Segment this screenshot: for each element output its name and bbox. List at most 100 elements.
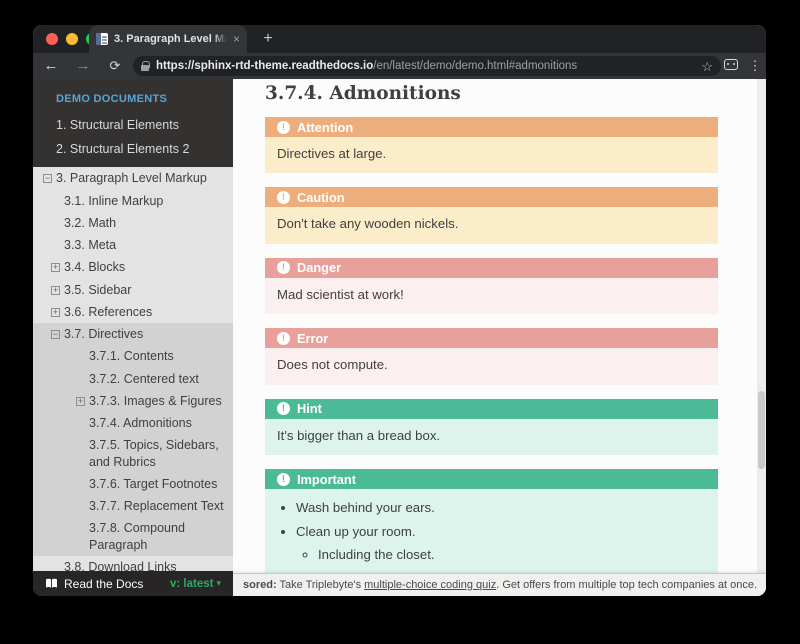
browser-menu-icon[interactable]: ⋮: [746, 54, 764, 78]
sidebar-item-structural-elements[interactable]: 1. Structural Elements: [33, 114, 233, 138]
sidebar-item-centered-text[interactable]: 3.7.2. Centered text: [33, 368, 233, 390]
sidebar-item-inline-markup[interactable]: 3.1. Inline Markup: [33, 190, 233, 212]
list-item-text: Clean up your room.: [296, 524, 415, 539]
admonition-title: ! Error: [265, 328, 718, 348]
sidebar-item-images-figures[interactable]: +3.7.3. Images & Figures: [33, 390, 233, 412]
admonition-body: Directives at large.: [265, 137, 718, 173]
page-scrollbar[interactable]: [757, 79, 766, 596]
expand-toggle-icon[interactable]: +: [51, 308, 60, 317]
site-favicon-icon: [96, 33, 108, 45]
bookmark-star-icon[interactable]: ☆: [701, 60, 713, 73]
admonition-hint: ! Hint It's bigger than a bread box.: [265, 399, 718, 455]
expand-toggle-icon[interactable]: +: [51, 263, 60, 272]
tab-close-icon[interactable]: ×: [233, 33, 240, 45]
sidebar-item-sidebar[interactable]: +3.5. Sidebar: [33, 279, 233, 301]
expand-toggle-icon[interactable]: +: [51, 286, 60, 295]
browser-toolbar: ← → ⟳ https://sphinx-rtd-theme.readthedo…: [33, 53, 766, 79]
sidebar-item-replacement-text[interactable]: 3.7.7. Replacement Text: [33, 495, 233, 517]
exclamation-circle-icon: !: [277, 332, 290, 345]
tab-title: 3. Paragraph Level Markup — R: [114, 33, 227, 45]
automation-extension-icon[interactable]: [724, 59, 738, 70]
sidebar-item-topics-sidebars-rubrics[interactable]: 3.7.5. Topics, Sidebars, and Rubrics: [33, 434, 233, 473]
toc-item-label: 3. Paragraph Level Markup: [56, 171, 207, 185]
scrollbar-thumb[interactable]: [758, 391, 765, 469]
ad-text: Take Triplebyte's: [277, 579, 365, 591]
caret-down-icon: ▾: [216, 578, 221, 589]
sidebar-item-meta[interactable]: 3.3. Meta: [33, 234, 233, 256]
readthedocs-footer[interactable]: Read the Docs v: latest ▾: [33, 571, 233, 596]
admonition-title-text: Error: [297, 331, 328, 346]
minimize-window-button[interactable]: [66, 33, 78, 45]
collapse-toggle-icon[interactable]: −: [43, 174, 52, 183]
sponsor-ad-bar: sored: Take Triplebyte's multiple-choice…: [233, 573, 766, 596]
toc-item-label: 3.7.3. Images & Figures: [89, 394, 222, 408]
admonition-title: ! Important: [265, 469, 718, 489]
admonition-title-text: Caution: [297, 190, 345, 205]
admonition-body: It's bigger than a bread box.: [265, 419, 718, 455]
forward-button[interactable]: →: [71, 54, 95, 78]
sidebar-item-compound-paragraph[interactable]: 3.7.8. Compound Paragraph: [33, 517, 233, 556]
back-button[interactable]: ←: [39, 54, 63, 78]
ad-link[interactable]: multiple-choice coding quiz: [364, 579, 496, 591]
sidebar-item-admonitions[interactable]: 3.7.4. Admonitions: [33, 412, 233, 434]
admonition-danger: ! Danger Mad scientist at work!: [265, 258, 718, 314]
toc-item-label: 3.6. References: [64, 305, 152, 319]
browser-window: 3. Paragraph Level Markup — R × + ← → ⟳ …: [33, 25, 766, 596]
admonition-attention: ! Attention Directives at large.: [265, 117, 718, 173]
sidebar-item-structural-elements-2[interactable]: 2. Structural Elements 2: [33, 138, 233, 162]
url-path: /en/latest/demo/demo.html#admonitions: [373, 60, 577, 72]
sidebar-item-contents[interactable]: 3.7.1. Contents: [33, 345, 233, 367]
readthedocs-brand: Read the Docs: [64, 577, 170, 591]
url-host: https://sphinx-rtd-theme.readthedocs.io: [156, 60, 373, 72]
page-title: 3.7.4. Admonitions: [265, 83, 718, 104]
toc-current-section-block: −3.7. Directives 3.7.1. Contents 3.7.2. …: [33, 323, 233, 556]
lock-icon[interactable]: [141, 61, 149, 71]
sidebar-nav: DEMO DOCUMENTS 1. Structural Elements 2.…: [33, 79, 233, 596]
admonition-title-text: Hint: [297, 401, 322, 416]
tab-strip: 3. Paragraph Level Markup — R × +: [33, 25, 766, 53]
exclamation-circle-icon: !: [277, 473, 290, 486]
document-body: 3.7.4. Admonitions ! Attention Directives…: [233, 79, 766, 596]
ad-text: . Get offers from multiple top tech comp…: [496, 579, 757, 591]
sidebar-item-target-footnotes[interactable]: 3.7.6. Target Footnotes: [33, 473, 233, 495]
new-tab-button[interactable]: +: [257, 28, 279, 50]
version-selector[interactable]: v: latest: [170, 578, 213, 590]
sidebar-item-directives[interactable]: −3.7. Directives: [33, 323, 233, 345]
ad-sponsored-label: sored:: [243, 579, 277, 591]
sidebar-caption-demo-documents: DEMO DOCUMENTS: [33, 91, 233, 107]
close-window-button[interactable]: [46, 33, 58, 45]
collapse-toggle-icon[interactable]: −: [51, 330, 60, 339]
toc-item-label: 3.7. Directives: [64, 327, 143, 341]
exclamation-circle-icon: !: [277, 402, 290, 415]
sidebar-item-math[interactable]: 3.2. Math: [33, 212, 233, 234]
url-text[interactable]: https://sphinx-rtd-theme.readthedocs.io/…: [156, 60, 695, 72]
sidebar-item-references[interactable]: +3.6. References: [33, 301, 233, 323]
sidebar-item-paragraph-level-markup[interactable]: −3. Paragraph Level Markup: [33, 167, 233, 189]
exclamation-circle-icon: !: [277, 261, 290, 274]
admonition-title-text: Important: [297, 472, 356, 487]
admonition-title: ! Danger: [265, 258, 718, 278]
exclamation-circle-icon: !: [277, 191, 290, 204]
browser-tab[interactable]: 3. Paragraph Level Markup — R ×: [89, 25, 247, 53]
ad-close-icon[interactable]: ×: [757, 579, 766, 592]
admonition-title-text: Danger: [297, 260, 341, 275]
admonition-error: ! Error Does not compute.: [265, 328, 718, 384]
admonition-body: Don't take any wooden nickels.: [265, 207, 718, 243]
admonition-title: ! Hint: [265, 399, 718, 419]
toc-item-label: 3.5. Sidebar: [64, 283, 131, 297]
toc-expanded-block: −3. Paragraph Level Markup 3.1. Inline M…: [33, 167, 233, 578]
admonition-body: Mad scientist at work!: [265, 278, 718, 314]
admonition-body: Does not compute.: [265, 348, 718, 384]
exclamation-circle-icon: !: [277, 121, 290, 134]
book-icon: [45, 578, 58, 589]
sidebar-item-blocks[interactable]: +3.4. Blocks: [33, 256, 233, 278]
admonition-title-text: Attention: [297, 120, 353, 135]
reload-button[interactable]: ⟳: [103, 54, 127, 78]
admonition-title: ! Caution: [265, 187, 718, 207]
admonition-title: ! Attention: [265, 117, 718, 137]
expand-toggle-icon[interactable]: +: [76, 397, 85, 406]
address-bar[interactable]: https://sphinx-rtd-theme.readthedocs.io/…: [133, 56, 721, 76]
page-content: DEMO DOCUMENTS 1. Structural Elements 2.…: [33, 79, 766, 596]
list-item: Wash behind your ears.: [296, 499, 706, 517]
admonition-caution: ! Caution Don't take any wooden nickels.: [265, 187, 718, 243]
